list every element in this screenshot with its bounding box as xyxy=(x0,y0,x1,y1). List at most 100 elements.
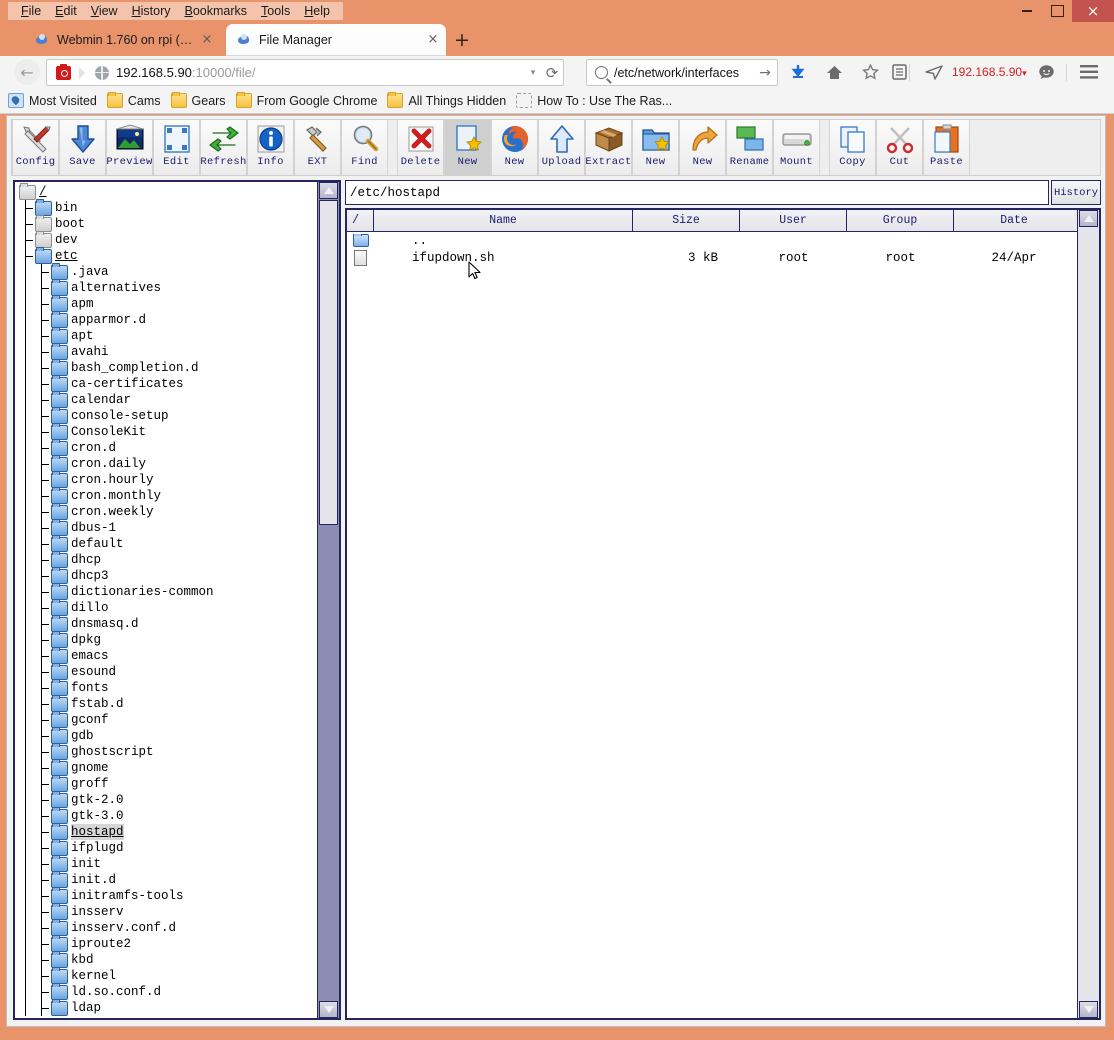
toolbar-button-disk-drive[interactable]: Mount xyxy=(773,120,820,175)
bookmark-most-visited[interactable]: Most Visited xyxy=(8,93,97,108)
minimize-button[interactable] xyxy=(1012,0,1042,22)
menu-help[interactable]: Help xyxy=(297,3,337,19)
tree-scrollbar[interactable] xyxy=(317,182,339,1018)
tree-item-cron.hourly[interactable]: cron.hourly xyxy=(19,470,317,488)
tab-webmin[interactable]: Webmin 1.760 on rpi (Debi... × xyxy=(24,24,220,56)
column-header-group[interactable]: Group xyxy=(847,210,954,231)
tree-item-console-setup[interactable]: console-setup xyxy=(19,406,317,424)
list-scrollbar[interactable] xyxy=(1077,210,1099,1018)
scroll-down-arrow-icon[interactable] xyxy=(1079,1001,1098,1018)
tree-item-gtk-2.0[interactable]: gtk-2.0 xyxy=(19,790,317,808)
tree-item-cron.d[interactable]: cron.d xyxy=(19,438,317,456)
pocket-icon[interactable] xyxy=(922,60,946,84)
row-name-cell[interactable]: .. xyxy=(374,234,633,248)
tree-item-cron.monthly[interactable]: cron.monthly xyxy=(19,486,317,504)
tree-item-fstab.d[interactable]: fstab.d xyxy=(19,694,317,712)
search-go-icon[interactable]: → xyxy=(753,65,777,81)
menu-view[interactable]: View xyxy=(84,3,125,19)
column-header-size[interactable]: Size xyxy=(633,210,740,231)
tree-item-ConsoleKit[interactable]: ConsoleKit xyxy=(19,422,317,440)
table-row[interactable]: ifupdown.sh 3 kB root root 24/Apr xyxy=(347,249,1077,266)
close-button[interactable]: × xyxy=(1072,0,1114,22)
tree-item-calendar[interactable]: calendar xyxy=(19,390,317,408)
tree-item-emacs[interactable]: emacs xyxy=(19,646,317,664)
toolbar-button-two-windows[interactable]: Rename xyxy=(726,120,773,175)
tree-item-insserv[interactable]: insserv xyxy=(19,902,317,920)
toolbar-button-orange-curved-arrow[interactable]: New xyxy=(679,120,726,175)
tree-item-dbus-1[interactable]: dbus-1 xyxy=(19,518,317,536)
tree-item-dhcp[interactable]: dhcp xyxy=(19,550,317,568)
tree-item-ldap[interactable]: ldap xyxy=(19,998,317,1016)
tree-item-esound[interactable]: esound xyxy=(19,662,317,680)
tree-scrollbar-thumb[interactable] xyxy=(319,200,338,525)
tree-item-gtk-3.0[interactable]: gtk-3.0 xyxy=(19,806,317,824)
tree-item-cron.weekly[interactable]: cron.weekly xyxy=(19,502,317,520)
menu-tools[interactable]: Tools xyxy=(254,3,297,19)
tree-item-init.d[interactable]: init.d xyxy=(19,870,317,888)
tree-item-apm[interactable]: apm xyxy=(19,294,317,312)
toolbar-button-clipboard-paste[interactable]: Paste xyxy=(923,120,970,175)
tree-item-boot[interactable]: boot xyxy=(19,214,317,232)
toolbar-button-blue-up-arrow[interactable]: Upload xyxy=(538,120,585,175)
history-button[interactable]: History xyxy=(1051,180,1101,205)
tree-item-apparmor.d[interactable]: apparmor.d xyxy=(19,310,317,328)
toolbar-button-copy-pages[interactable]: Copy xyxy=(829,120,876,175)
tab-close-icon[interactable]: × xyxy=(200,33,214,47)
tree-item-etc[interactable]: etc xyxy=(19,246,317,264)
tree-item-kbd[interactable]: kbd xyxy=(19,950,317,968)
tree-item-cron.daily[interactable]: cron.daily xyxy=(19,454,317,472)
tree-item-fonts[interactable]: fonts xyxy=(19,678,317,696)
tree-item--[interactable]: / xyxy=(19,182,317,200)
toolbar-button-info[interactable]: Info xyxy=(247,120,294,175)
tree-item-dictionaries-common[interactable]: dictionaries-common xyxy=(19,582,317,600)
reader-list-icon[interactable] xyxy=(887,60,911,84)
ip-menu-label[interactable]: 192.168.5.90▾ xyxy=(952,65,1027,79)
path-input[interactable]: /etc/hostapd xyxy=(345,180,1049,205)
toolbar-button-wrench-screwdriver[interactable]: Config xyxy=(12,120,59,175)
tree-item-initramfs-tools[interactable]: initramfs-tools xyxy=(19,886,317,904)
menu-file[interactable]: File xyxy=(14,3,48,19)
column-header-name[interactable]: Name xyxy=(374,210,633,231)
tree-item-bin[interactable]: bin xyxy=(19,198,317,216)
directory-tree[interactable]: / bin boot dev etc .java alternatives apm apparm… xyxy=(15,182,317,1018)
tree-item-dev[interactable]: dev xyxy=(19,230,317,248)
column-header-date[interactable]: Date xyxy=(954,210,1074,231)
menu-history[interactable]: History xyxy=(125,3,178,19)
tree-item-bash-completion.d[interactable]: bash_completion.d xyxy=(19,358,317,376)
address-bar[interactable]: 192.168.5.90:10000/file/ ▾ ⟳ xyxy=(46,59,564,86)
tab-file-manager[interactable]: File Manager × xyxy=(226,24,446,56)
bookmark-star-icon[interactable] xyxy=(858,60,882,84)
site-identity-button[interactable] xyxy=(47,61,79,84)
tree-item-ifplugd[interactable]: ifplugd xyxy=(19,838,317,856)
menu-edit[interactable]: Edit xyxy=(48,3,84,19)
bookmark-gears[interactable]: Gears xyxy=(170,92,226,108)
toolbar-button-hammer[interactable]: EXT xyxy=(294,120,341,175)
toolbar-button-firefox-browser[interactable]: New xyxy=(491,120,538,175)
tree-item-.java[interactable]: .java xyxy=(19,262,317,280)
download-icon[interactable] xyxy=(786,60,810,84)
toolbar-button-open-box[interactable]: Extract xyxy=(585,120,632,175)
tree-item-insserv.conf.d[interactable]: insserv.conf.d xyxy=(19,918,317,936)
tab-close-icon[interactable]: × xyxy=(426,33,440,47)
tree-item-ld.so.conf.d[interactable]: ld.so.conf.d xyxy=(19,982,317,1000)
reload-icon[interactable]: ⟳ xyxy=(541,64,563,82)
row-name-cell[interactable]: ifupdown.sh xyxy=(374,251,633,265)
maximize-button[interactable] xyxy=(1042,0,1072,22)
chevron-down-icon[interactable]: ▾ xyxy=(525,67,541,78)
home-icon[interactable] xyxy=(822,60,846,84)
column-header-icon[interactable]: / xyxy=(347,210,374,231)
scroll-up-arrow-icon[interactable] xyxy=(1079,210,1098,227)
tree-item-gnome[interactable]: gnome xyxy=(19,758,317,776)
tree-item-hostapd[interactable]: hostapd xyxy=(19,822,317,840)
hamburger-menu-icon[interactable] xyxy=(1077,60,1101,84)
toolbar-button-red-x-delete[interactable]: Delete xyxy=(397,120,444,175)
toolbar-button-scissors[interactable]: Cut xyxy=(876,120,923,175)
bookmark-cams[interactable]: Cams xyxy=(106,92,161,108)
tree-item-apt[interactable]: apt xyxy=(19,326,317,344)
tree-item-groff[interactable]: groff xyxy=(19,774,317,792)
column-header-user[interactable]: User xyxy=(740,210,847,231)
tree-item-avahi[interactable]: avahi xyxy=(19,342,317,360)
toolbar-button-picture[interactable]: Preview xyxy=(106,120,153,175)
bookmark-from-google-chrome[interactable]: From Google Chrome xyxy=(235,92,377,108)
toolbar-button-new-file[interactable]: New xyxy=(444,120,491,175)
